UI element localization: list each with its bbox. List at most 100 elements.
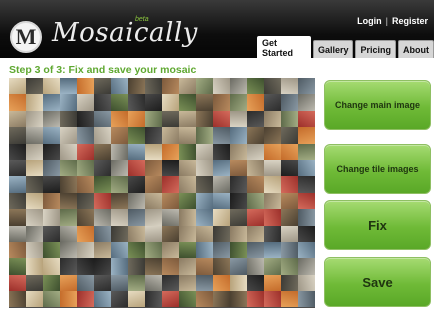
mosaic-tile: [9, 258, 26, 275]
mosaic-tile: [9, 127, 26, 144]
mosaic-tile: [60, 291, 77, 308]
mosaic-tile: [281, 274, 298, 292]
mosaic-tile: [247, 274, 264, 292]
mosaic-tile: [179, 143, 196, 160]
mosaic-tile: [94, 94, 111, 111]
mosaic-tile: [264, 110, 281, 128]
mosaic-tile: [111, 110, 128, 128]
brand-name[interactable]: Mosaically: [52, 18, 198, 48]
main-nav-tabs: Get Started Gallery Pricing About: [257, 36, 434, 58]
step-title: Step 3 of 3: Fix and save your mosaic: [9, 64, 197, 76]
mosaic-tile: [26, 225, 43, 242]
mosaic-tile: [230, 241, 247, 259]
mosaic-tile: [230, 78, 247, 95]
mosaic-tile: [196, 94, 213, 111]
mosaic-tile: [145, 192, 162, 210]
mosaic-tile: [298, 274, 315, 292]
mosaic-tile: [196, 110, 213, 128]
mosaic-tile: [60, 225, 77, 242]
mosaic-tile: [77, 127, 94, 144]
mosaic-tile: [281, 143, 298, 160]
site-header: M Mosaically beta Login | Register Get Sta…: [0, 0, 434, 58]
mosaic-tile: [230, 110, 247, 128]
mosaic-tile: [9, 209, 26, 226]
mosaic-tile: [26, 241, 43, 259]
mosaic-tile: [298, 176, 315, 193]
tab-pricing[interactable]: Pricing: [355, 40, 396, 58]
mosaic-tile: [179, 192, 196, 210]
mosaic-tile: [94, 241, 111, 259]
mosaic-tile: [77, 176, 94, 193]
mosaic-tile: [162, 258, 179, 275]
mosaic-tile: [281, 94, 298, 111]
mosaic-tile: [213, 258, 230, 275]
mosaic-tile: [26, 143, 43, 160]
mosaic-tile: [145, 258, 162, 275]
mosaic-tile: [196, 192, 213, 210]
mosaic-tile: [179, 78, 196, 95]
mosaic-tile: [145, 110, 162, 128]
mosaic-tile: [196, 78, 213, 95]
mosaic-tile: [247, 225, 264, 242]
mosaic-tile: [145, 274, 162, 292]
fix-button[interactable]: Fix: [324, 200, 431, 250]
mosaic-tile: [77, 78, 94, 95]
mosaic-tile: [281, 176, 298, 193]
mosaic-tile: [179, 159, 196, 177]
mosaic-tile: [179, 291, 196, 308]
mosaic-tile: [128, 209, 145, 226]
mosaic-tile: [230, 209, 247, 226]
mosaic-tile: [162, 143, 179, 160]
mosaic-tile: [213, 209, 230, 226]
mosaic-tile: [26, 291, 43, 308]
mosaic-tile: [9, 159, 26, 177]
mosaic-tile: [43, 241, 60, 259]
mosaic-tile: [281, 225, 298, 242]
mosaic-tile: [196, 127, 213, 144]
mosaic-tile: [162, 209, 179, 226]
mosaic-tile: [230, 127, 247, 144]
mosaic-tile: [9, 176, 26, 193]
mosaic-tile: [281, 291, 298, 308]
change-main-image-button[interactable]: Change main image: [324, 80, 431, 130]
mosaic-tile: [94, 192, 111, 210]
mosaic-tile: [247, 159, 264, 177]
login-link[interactable]: Login: [357, 16, 382, 26]
mosaic-tile: [26, 274, 43, 292]
mosaic-tile: [264, 94, 281, 111]
mosaic-tile: [179, 258, 196, 275]
mosaic-tile: [94, 274, 111, 292]
mosaic-tile: [111, 143, 128, 160]
mosaic-tile: [26, 110, 43, 128]
tab-about[interactable]: About: [398, 40, 434, 58]
mosaic-tile: [60, 258, 77, 275]
mosaic-tile: [213, 225, 230, 242]
mosaic-tile: [179, 225, 196, 242]
register-link[interactable]: Register: [392, 16, 428, 26]
mosaic-tile: [77, 291, 94, 308]
mosaic-tile: [213, 110, 230, 128]
mosaic-tile: [145, 127, 162, 144]
mosaic-tile: [60, 274, 77, 292]
mosaic-tile: [281, 209, 298, 226]
tab-gallery[interactable]: Gallery: [312, 40, 354, 58]
mosaic-tile: [94, 78, 111, 95]
mosaic-tile: [77, 143, 94, 160]
mosaic-tile: [213, 241, 230, 259]
mosaic-tile: [43, 94, 60, 111]
change-tile-images-button[interactable]: Change tile images: [324, 144, 431, 194]
mosaic-image[interactable]: [9, 78, 315, 308]
mosaic-tile: [145, 159, 162, 177]
mosaic-tile: [264, 192, 281, 210]
mosaic-tile: [128, 192, 145, 210]
mosaic-tile: [162, 225, 179, 242]
beta-badge: beta: [135, 16, 149, 23]
save-button[interactable]: Save: [324, 257, 431, 307]
logo-icon[interactable]: M: [10, 21, 42, 53]
mosaic-tile: [298, 94, 315, 111]
mosaic-tile: [9, 225, 26, 242]
mosaic-tile: [60, 192, 77, 210]
mosaic-tile: [281, 127, 298, 144]
tab-get-started[interactable]: Get Started: [257, 36, 311, 58]
mosaic-tile: [145, 225, 162, 242]
